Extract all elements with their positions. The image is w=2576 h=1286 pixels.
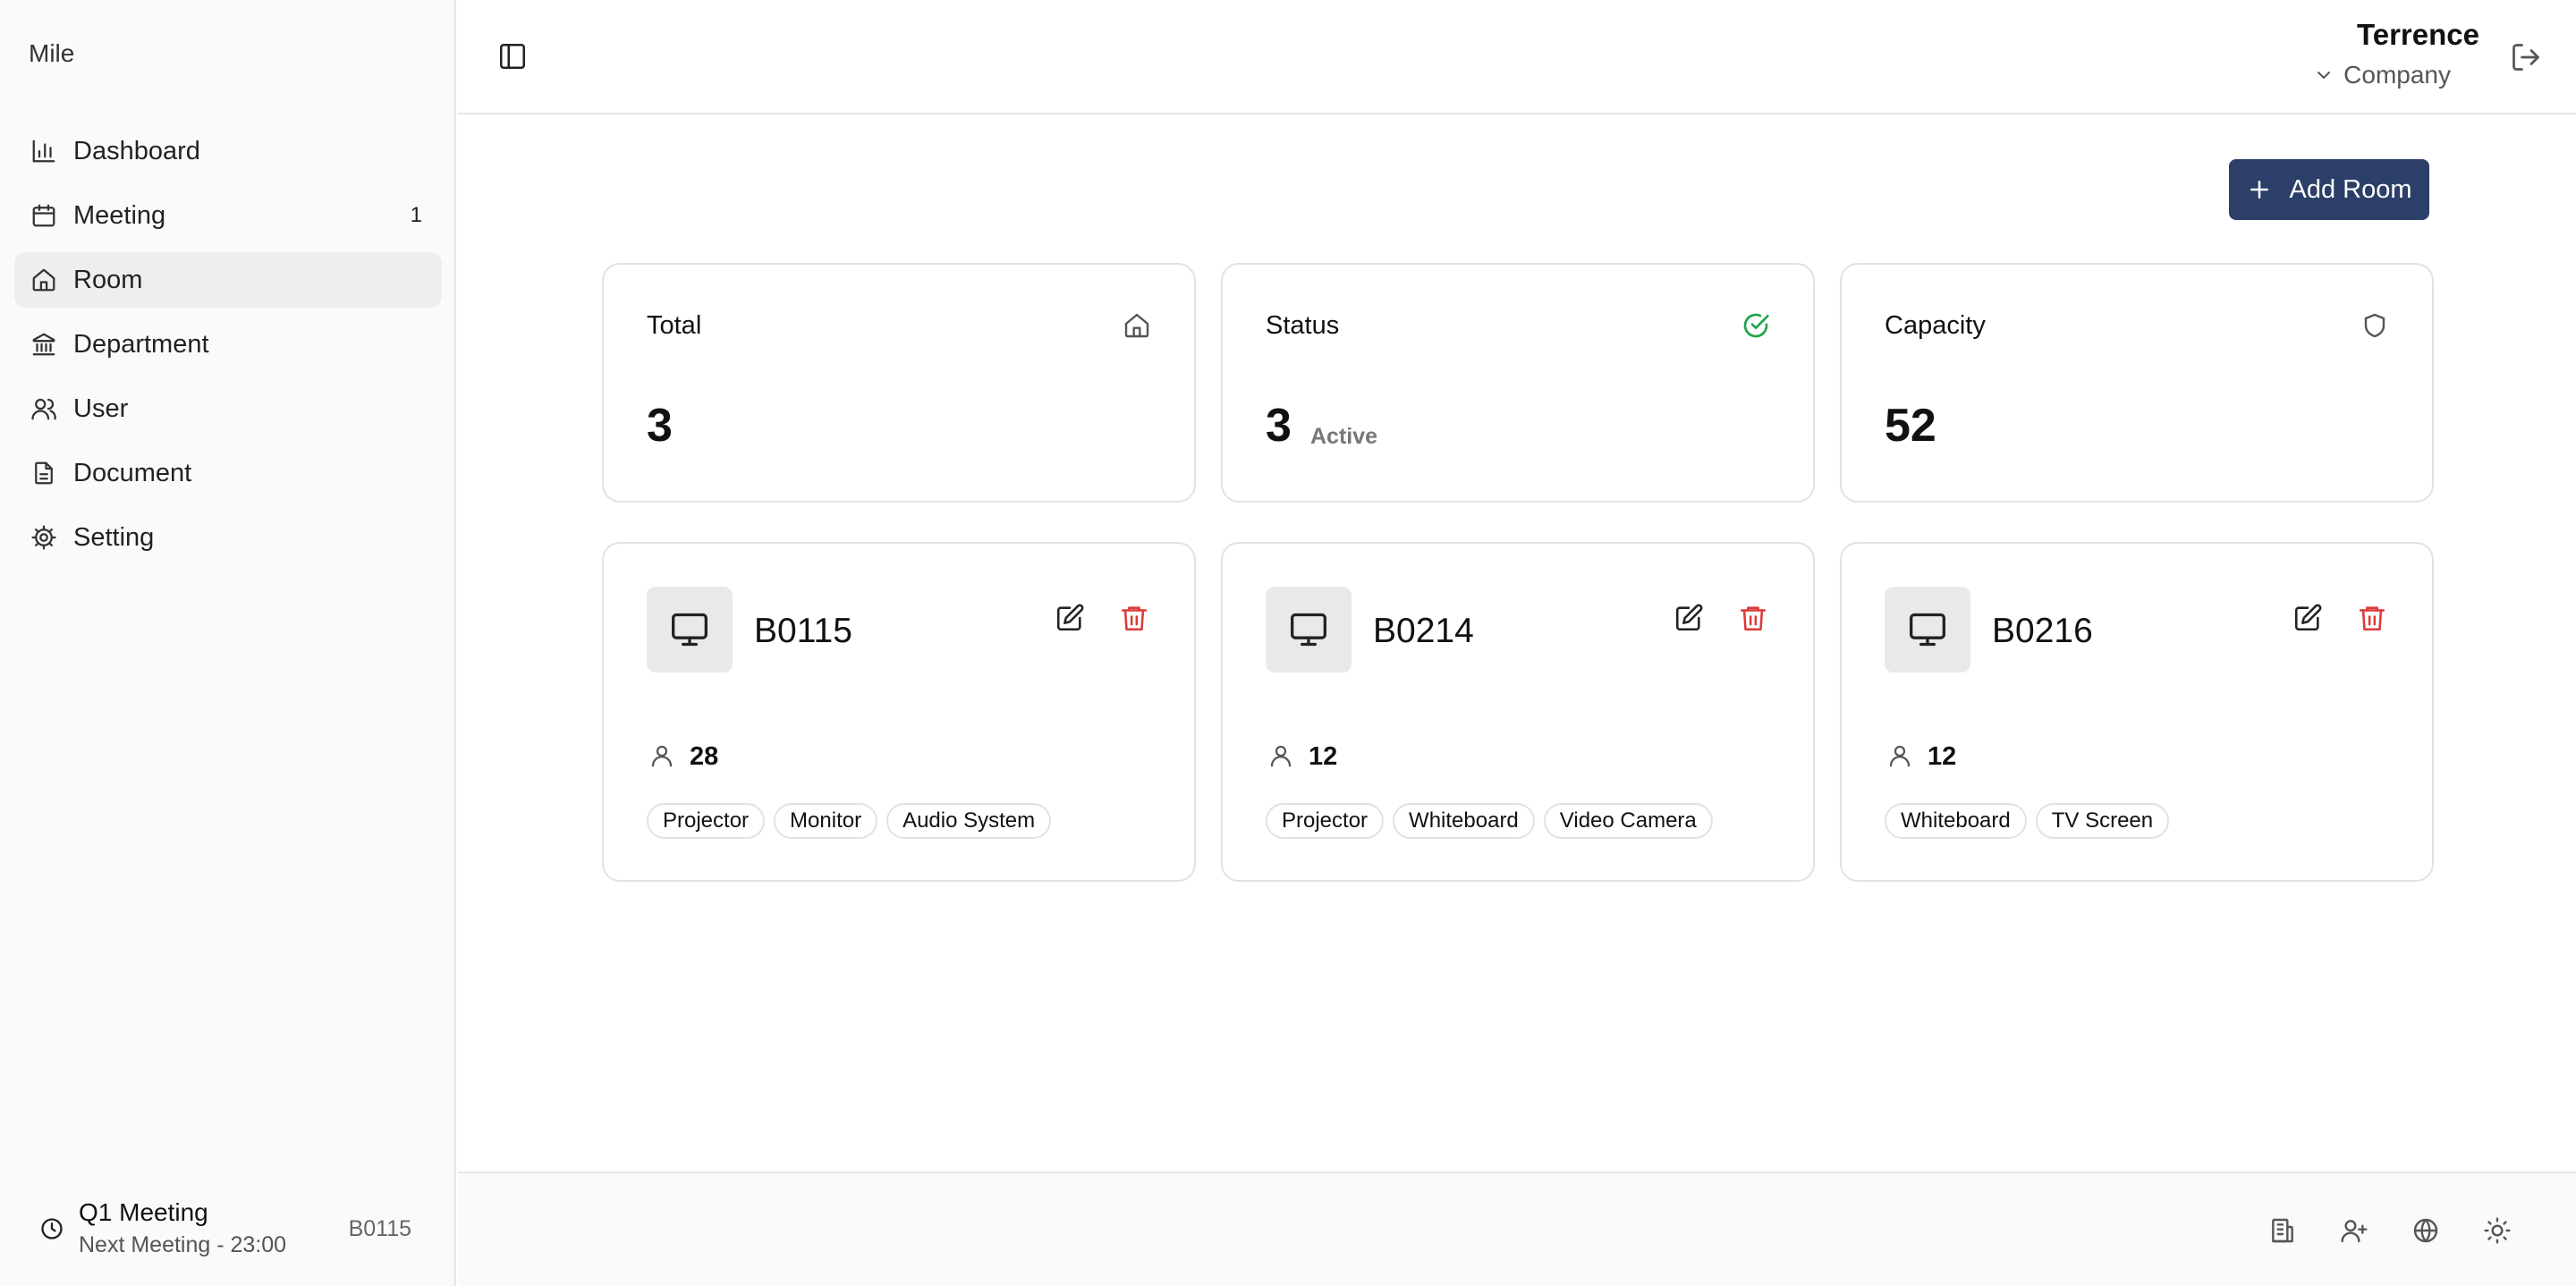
sidebar-item-label: Department xyxy=(73,329,209,359)
edit-icon[interactable] xyxy=(2292,603,2323,633)
next-meeting-title: Q1 Meeting xyxy=(79,1198,208,1226)
check-circle-icon xyxy=(1741,311,1770,340)
shield-icon xyxy=(2360,311,2389,340)
sidebar-item-document[interactable]: Document xyxy=(14,445,442,501)
sun-icon[interactable] xyxy=(2483,1216,2512,1245)
sidebar: Mile Dashboard Meeting 1 Room Department… xyxy=(0,0,456,1286)
users-icon xyxy=(30,395,57,422)
sidebar-item-label: Document xyxy=(73,458,192,487)
equipment-tag: Projector xyxy=(647,803,766,839)
equipment-tag: TV Screen xyxy=(2035,803,2170,839)
next-meeting[interactable]: Q1 Meeting Next Meeting - 23:00 B0115 xyxy=(39,1198,424,1263)
sidebar-item-setting[interactable]: Setting xyxy=(14,510,442,565)
room-name: B0214 xyxy=(1373,612,1474,650)
sidebar-item-user[interactable]: User xyxy=(14,381,442,436)
next-meeting-room: B0115 xyxy=(348,1216,411,1241)
chevron-down-icon xyxy=(2313,64,2334,86)
globe-icon[interactable] xyxy=(2411,1216,2440,1245)
room-card[interactable]: B0115 28 Projector Monitor Audio System xyxy=(602,542,1196,882)
sidebar-item-department[interactable]: Department xyxy=(14,317,442,372)
stat-card-capacity: Capacity 52 xyxy=(1840,263,2434,503)
equipment-tag: Whiteboard xyxy=(1885,803,2027,839)
room-name: B0115 xyxy=(754,612,852,650)
add-room-label: Add Room xyxy=(2289,174,2412,204)
equipment-tag: Whiteboard xyxy=(1393,803,1535,839)
stat-value: 3 xyxy=(647,400,673,452)
person-icon xyxy=(1886,742,1913,769)
monitor-icon xyxy=(1910,613,1945,647)
room-card[interactable]: B0214 12 Projector Whiteboard Video Came… xyxy=(1221,542,1815,882)
equipment-tag: Audio System xyxy=(886,803,1052,839)
room-tags: Projector Whiteboard Video Camera xyxy=(1266,803,1722,839)
home-icon xyxy=(1123,311,1151,340)
building-icon xyxy=(30,331,57,358)
sidebar-item-label: Dashboard xyxy=(73,136,200,165)
company-label: Company xyxy=(2343,61,2451,89)
top-header: Terrence Company xyxy=(458,0,2576,114)
user-name: Terrence xyxy=(2357,18,2479,51)
edit-icon[interactable] xyxy=(1055,603,1085,633)
sidebar-item-dashboard[interactable]: Dashboard xyxy=(14,123,442,179)
next-meeting-time: Next Meeting - 23:00 xyxy=(79,1232,287,1257)
user-plus-icon[interactable] xyxy=(2340,1216,2368,1245)
sidebar-item-label: User xyxy=(73,393,129,423)
room-tags: Whiteboard TV Screen xyxy=(1885,803,2178,839)
equipment-tag: Video Camera xyxy=(1543,803,1713,839)
room-icon-box xyxy=(1885,587,1970,673)
stat-title: Capacity xyxy=(1885,311,1986,340)
person-icon xyxy=(1267,742,1294,769)
sidebar-item-label: Setting xyxy=(73,522,155,552)
stat-card-total: Total 3 xyxy=(602,263,1196,503)
monitor-icon xyxy=(1291,613,1326,647)
trash-icon[interactable] xyxy=(1738,603,1768,633)
room-name: B0216 xyxy=(1992,612,2093,650)
bottom-bar xyxy=(458,1172,2576,1286)
equipment-tag: Projector xyxy=(1266,803,1385,839)
stat-card-status: Status 3 Active xyxy=(1221,263,1815,503)
edit-icon[interactable] xyxy=(1674,603,1704,633)
stat-value: 3 xyxy=(1266,400,1292,452)
sidebar-item-label: Meeting xyxy=(73,200,166,230)
trash-icon[interactable] xyxy=(1119,603,1149,633)
room-icon-box xyxy=(647,587,733,673)
stat-value: 52 xyxy=(1885,400,1936,452)
stat-title: Total xyxy=(647,311,702,340)
room-capacity: 28 xyxy=(690,742,719,771)
calendar-icon xyxy=(30,202,57,229)
room-tags: Projector Monitor Audio System xyxy=(647,803,1060,839)
stat-title: Status xyxy=(1266,311,1340,340)
meeting-count-badge: 1 xyxy=(410,203,422,227)
monitor-icon xyxy=(672,613,708,647)
room-card[interactable]: B0216 12 Whiteboard TV Screen xyxy=(1840,542,2434,882)
document-icon xyxy=(30,460,57,486)
equipment-tag: Monitor xyxy=(774,803,878,839)
logout-icon[interactable] xyxy=(2510,41,2542,73)
room-icon-box xyxy=(1266,587,1352,673)
room-capacity: 12 xyxy=(1309,742,1338,771)
gear-icon xyxy=(30,524,57,551)
add-room-button[interactable]: Add Room xyxy=(2229,159,2429,220)
sidebar-item-label: Room xyxy=(73,265,143,294)
building-icon[interactable] xyxy=(2268,1216,2297,1245)
stat-unit: Active xyxy=(1310,424,1378,449)
chart-icon xyxy=(30,138,57,165)
home-icon xyxy=(30,267,57,293)
clock-icon xyxy=(39,1216,64,1241)
company-selector[interactable]: Company xyxy=(2313,61,2451,89)
person-icon xyxy=(648,742,675,769)
sidebar-toggle-icon[interactable] xyxy=(497,41,528,72)
sidebar-item-meeting[interactable]: Meeting 1 xyxy=(14,188,442,243)
sidebar-item-room[interactable]: Room xyxy=(14,252,442,308)
plus-icon xyxy=(2246,176,2273,203)
room-capacity: 12 xyxy=(1928,742,1957,771)
brand-logo: Mile xyxy=(29,39,75,67)
sidebar-nav: Dashboard Meeting 1 Room Department User… xyxy=(14,123,442,574)
trash-icon[interactable] xyxy=(2357,603,2387,633)
